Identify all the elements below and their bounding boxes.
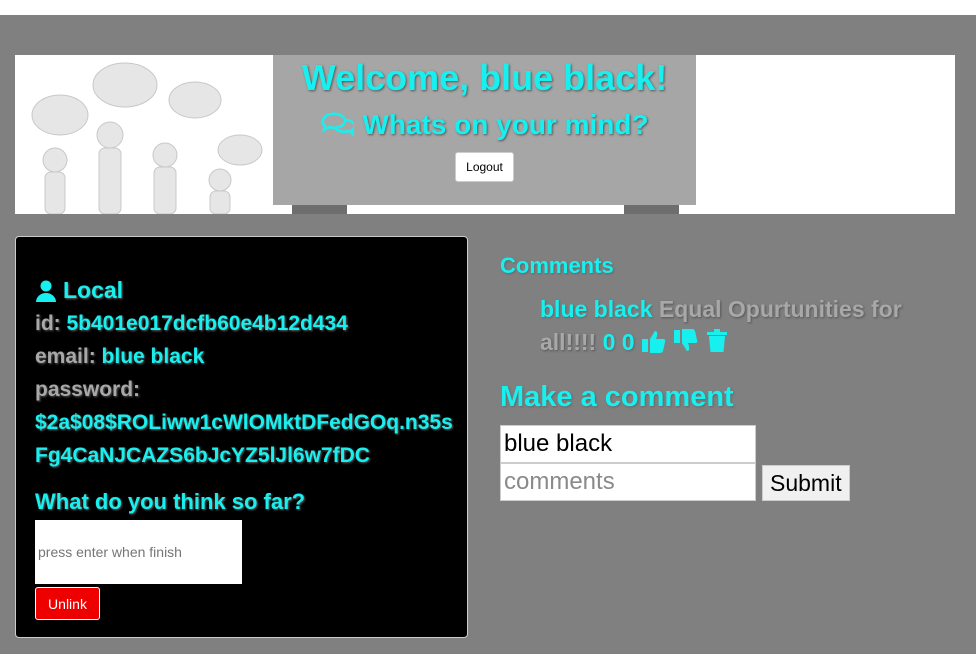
thumbs-up-icon[interactable]	[641, 329, 667, 353]
thumbs-down-icon[interactable]	[673, 329, 699, 353]
user-icon	[36, 280, 56, 302]
comments-icon	[321, 112, 355, 137]
comment-item: blue black Equal Opurtunities for all!!!…	[540, 293, 960, 359]
id-row: id: 5b401e017dcfb60e4b12d434	[35, 307, 455, 340]
id-label: id:	[35, 312, 61, 335]
welcome-title: Welcome, blue black!	[301, 57, 668, 98]
password-label: password:	[35, 378, 141, 401]
trash-icon[interactable]	[706, 329, 728, 353]
like-count: 0	[602, 329, 616, 355]
header-banner: Welcome, blue black! Whats on your mind?…	[15, 55, 955, 214]
id-value: 5b401e017dcfb60e4b12d434	[66, 312, 348, 335]
email-label: email:	[35, 345, 96, 368]
submit-button[interactable]: Submit	[762, 465, 850, 501]
comment-author: blue black	[540, 296, 653, 322]
email-row: email: blue black	[35, 340, 455, 373]
top-strip	[0, 0, 976, 15]
comments-heading: Comments	[500, 253, 614, 278]
password-value: $2a$08$ROLiww1cWlOMktDFedGOq.n35sFg4CaNJ…	[35, 411, 453, 467]
email-value: blue black	[101, 345, 205, 368]
feedback-prompt: What do you think so far?	[35, 489, 306, 514]
crowd-illustration-left	[31, 62, 263, 214]
profile-panel: Local id: 5b401e017dcfb60e4b12d434 email…	[15, 236, 468, 638]
profile-details: Local id: 5b401e017dcfb60e4b12d434 email…	[35, 274, 455, 472]
mind-heading: Whats on your mind?	[273, 109, 696, 141]
comment-input[interactable]	[500, 463, 756, 501]
local-heading: Local	[35, 274, 455, 307]
logout-button[interactable]: Logout	[455, 152, 514, 182]
feedback-input[interactable]	[35, 520, 242, 584]
mind-text: Whats on your mind?	[362, 109, 649, 140]
welcome-box: Welcome, blue black! Whats on your mind?…	[273, 55, 696, 205]
unlink-button[interactable]: Unlink	[35, 587, 100, 620]
comments-section: Comments blue black Equal Opurtunities f…	[500, 253, 960, 501]
dislike-count: 0	[621, 329, 635, 355]
make-comment-heading: Make a comment	[500, 381, 734, 413]
comment-name-field[interactable]	[500, 425, 756, 463]
local-heading-text: Local	[63, 277, 124, 303]
